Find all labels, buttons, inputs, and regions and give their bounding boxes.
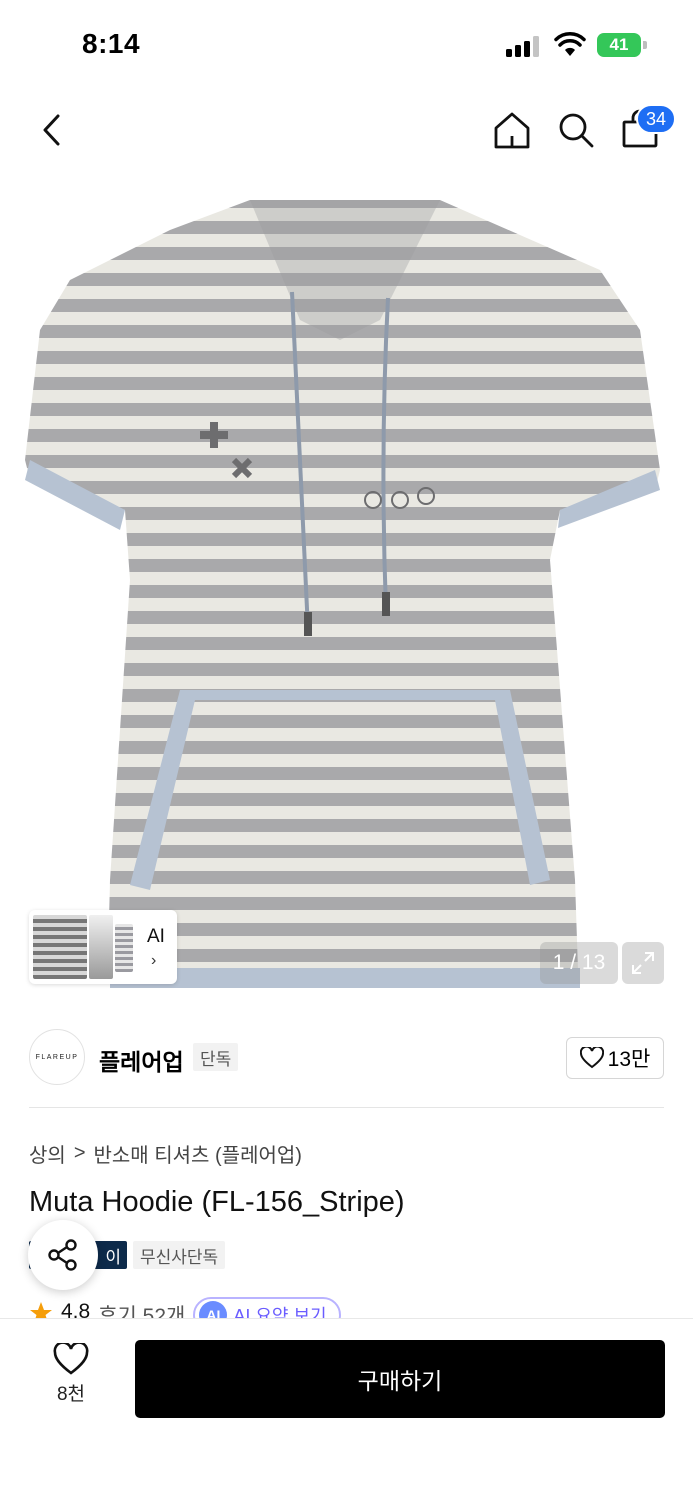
battery-icon: 41 <box>597 33 647 57</box>
expand-button[interactable] <box>622 942 664 984</box>
wifi-icon <box>554 32 586 56</box>
wishlist-count: 8천 <box>56 1384 86 1405</box>
thumbnail-image-2 <box>89 915 113 979</box>
rating-score: 4.8 <box>61 1300 91 1318</box>
breadcrumb: 상의 > 반소매 티셔츠 (플레어업) <box>29 1139 302 1168</box>
breadcrumb-separator: > <box>73 1142 86 1164</box>
product-title: Muta Hoodie (FL-156_Stripe) <box>29 1186 405 1218</box>
share-icon <box>48 1239 77 1271</box>
badge-exclusive: 무신사단독 <box>133 1241 226 1269</box>
expand-icon <box>632 952 654 974</box>
ai-icon: AI <box>199 1301 228 1318</box>
wishlist-button[interactable]: 8천 <box>40 1343 102 1413</box>
home-icon <box>494 112 530 149</box>
signal-icon <box>506 35 540 57</box>
thumbnail-image-3 <box>115 924 133 972</box>
brand-exclusive-tag: 단독 <box>193 1043 239 1071</box>
breadcrumb-subcategory[interactable]: 반소매 티셔츠 (플레어업) <box>94 1139 302 1168</box>
brand-name[interactable]: 플레어업 <box>99 1043 184 1077</box>
thumbnail-ai-label: AI <box>147 926 165 947</box>
review-count[interactable]: 후기 52개 <box>98 1300 185 1318</box>
brand-like-button[interactable]: 13만 <box>566 1037 664 1079</box>
divider <box>29 1107 664 1108</box>
share-button[interactable] <box>28 1220 98 1290</box>
star-icon <box>30 1302 52 1318</box>
product-image[interactable] <box>0 190 693 1000</box>
image-counter: 1 / 13 <box>540 942 618 984</box>
chevron-right-icon: › <box>151 952 157 969</box>
thumbnail-image-1 <box>33 915 87 979</box>
back-icon <box>43 114 60 146</box>
ai-thumbnail-card[interactable]: AI › <box>29 910 177 984</box>
heart-icon <box>53 1343 89 1375</box>
breadcrumb-category[interactable]: 상의 <box>29 1139 66 1168</box>
brand-like-count: 13만 <box>607 1048 651 1071</box>
cart-count-badge: 34 <box>636 104 676 134</box>
battery-level: 41 <box>597 33 641 57</box>
heart-icon <box>579 1047 604 1069</box>
search-icon <box>559 113 594 148</box>
ai-summary-button[interactable]: AI AI 요약 보기 <box>193 1297 341 1318</box>
buy-button[interactable]: 구매하기 <box>135 1340 665 1418</box>
brand-logo[interactable]: FLAREUP <box>29 1029 85 1085</box>
status-bar: 8:14 41 <box>0 0 693 90</box>
ai-summary-label: AI 요약 보기 <box>233 1306 327 1318</box>
status-time: 8:14 <box>82 28 141 59</box>
home-button[interactable] <box>490 108 534 152</box>
rating-row: 4.8 후기 52개 AI AI 요약 보기 <box>29 1296 341 1318</box>
back-button[interactable] <box>30 108 74 152</box>
search-button[interactable] <box>554 108 598 152</box>
